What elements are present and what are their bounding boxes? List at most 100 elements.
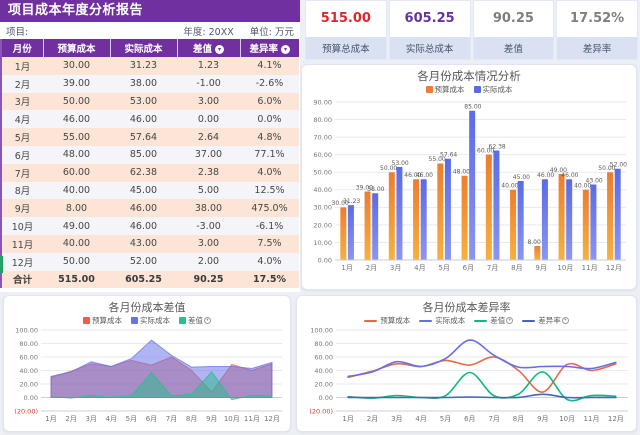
legend-item-差异率: 差异率▾ — [522, 316, 569, 325]
bar-预算成本-11月 — [583, 190, 589, 260]
y-tick-label: 80.00 — [313, 116, 332, 124]
table-cell: 46.00 — [110, 217, 177, 235]
table-cell: 2.64 — [177, 128, 240, 146]
legend-label: 差异率 — [538, 316, 561, 325]
y-tick-label: 20.00 — [314, 380, 333, 388]
x-tick-label: 8月 — [186, 415, 197, 423]
report-info-row: 项目: 年度: 20XX 单位: 万元 — [0, 22, 300, 39]
bar-实际成本-8月 — [518, 181, 524, 260]
table-cell: -2.6% — [240, 75, 299, 93]
table-cell: -6.1% — [240, 217, 299, 235]
table-cell: 50.00 — [43, 253, 110, 271]
y-tick-label: 0.00 — [24, 394, 38, 402]
x-tick-label: 7月 — [488, 415, 499, 423]
table-cell: 12.5% — [240, 182, 299, 200]
y-tick-label: 90.00 — [313, 98, 332, 106]
bar-预算成本-8月 — [510, 190, 516, 260]
x-tick-label: 1月 — [45, 415, 56, 423]
summary-label: 差异率 — [557, 36, 637, 59]
total-cell: 90.25 — [177, 271, 240, 289]
sort-filter-icon[interactable]: ▾ — [281, 45, 290, 54]
bar-value-label: 46.00 — [416, 172, 433, 179]
table-cell: 38.00 — [110, 75, 177, 93]
x-tick-label: 11月 — [584, 415, 600, 423]
y-tick-label: (20.00) — [14, 407, 38, 415]
year-label: 年度: — [183, 27, 205, 38]
bar-value-label: 48.00 — [453, 169, 470, 176]
legend-swatch — [426, 86, 433, 93]
y-tick-label: (20.00) — [309, 407, 333, 415]
x-tick-label: 12月 — [606, 264, 622, 272]
legend-swatch — [83, 317, 90, 324]
legend-item-预算成本: 预算成本 — [426, 85, 465, 94]
table-cell: 5.00 — [177, 182, 240, 200]
table-cell: 3.00 — [177, 93, 240, 111]
x-tick-label: 5月 — [126, 415, 137, 423]
table-cell: 4.8% — [240, 128, 299, 146]
bar-chart-legend: 预算成本实际成本 — [426, 85, 513, 94]
col-header-label: 月份 — [13, 44, 32, 55]
table-cell: -3.00 — [177, 217, 240, 235]
bar-实际成本-6月 — [469, 111, 475, 260]
sort-filter-icon[interactable]: ▾ — [215, 45, 224, 54]
legend-item-实际成本: 实际成本 — [474, 85, 513, 94]
x-tick-label: 12月 — [264, 415, 280, 423]
total-cell: 515.00 — [43, 271, 110, 289]
bar-value-label: 57.64 — [440, 152, 457, 159]
table-row-3月: 3月50.0053.003.006.0% — [1, 93, 299, 111]
page-title: 项目成本年度分析报告 — [0, 0, 300, 22]
table-cell: 45.00 — [110, 182, 177, 200]
summary-label: 预算总成本 — [306, 36, 386, 59]
table-cell: 53.00 — [110, 93, 177, 111]
legend-label: 预算成本 — [92, 316, 122, 325]
bar-预算成本-12月 — [607, 172, 613, 260]
y-tick-label: 80.00 — [19, 340, 38, 348]
area-chart-legend: 预算成本实际成本差值▾ — [83, 316, 211, 325]
table-row-2月: 2月39.0038.00-1.00-2.6% — [1, 75, 299, 93]
legend-label: 差值 — [188, 316, 203, 325]
table-row-4月: 4月46.0046.000.000.0% — [1, 110, 299, 128]
total-cell: 17.5% — [240, 271, 299, 289]
bar-chart-svg: 0.0010.0020.0030.0040.0050.0060.0070.008… — [302, 94, 636, 278]
table-cell: 7.5% — [240, 235, 299, 253]
sort-circle-icon: ▾ — [204, 317, 211, 324]
bar-预算成本-1月 — [340, 207, 346, 260]
table-cell: 1.23 — [177, 57, 240, 75]
legend-item-实际成本: 实际成本 — [419, 316, 465, 325]
table-row-10月: 10月49.0046.00-3.00-6.1% — [1, 217, 299, 235]
bar-预算成本-4月 — [413, 179, 419, 260]
cost-table: 月份预算成本实际成本差值▾差异率▾ 1月30.0031.231.234.1%2月… — [0, 39, 299, 288]
unit-field: 单位: 万元 — [250, 24, 294, 38]
x-tick-label: 4月 — [106, 415, 117, 423]
y-tick-label: 50.00 — [313, 169, 332, 177]
unit-value: 万元 — [275, 27, 294, 38]
table-cell: 40.00 — [43, 182, 110, 200]
y-tick-label: 20.00 — [19, 380, 38, 388]
summary-cards: 515.00预算总成本605.25实际总成本90.25差值17.52%差异率 — [305, 0, 638, 60]
table-cell: 30.00 — [43, 57, 110, 75]
bar-chart-title: 各月份成本情况分析 — [417, 70, 521, 83]
table-cell: 77.1% — [240, 146, 299, 164]
x-tick-label: 11月 — [244, 415, 260, 423]
bar-实际成本-1月 — [348, 205, 354, 260]
year-value: 20XX — [209, 27, 234, 38]
bar-chart-panel: 各月份成本情况分析 预算成本实际成本 0.0010.0020.0030.0040… — [301, 64, 637, 290]
col-header-label: 差值 — [193, 44, 212, 55]
table-cell: 48.00 — [43, 146, 110, 164]
bar-value-label: 31.23 — [343, 198, 360, 205]
bar-value-label: 8.00 — [527, 239, 541, 246]
line-chart-legend: 预算成本实际成本差值▾差异率▾ — [364, 316, 569, 325]
y-tick-label: 100.00 — [310, 326, 333, 334]
legend-swatch — [364, 320, 377, 322]
summary-value: 17.52% — [557, 1, 637, 36]
table-row-5月: 5月55.0057.642.644.8% — [1, 128, 299, 146]
table-cell: 31.23 — [110, 57, 177, 75]
y-tick-label: 100.00 — [15, 326, 38, 334]
table-cell: 3月 — [1, 93, 43, 111]
table-cell: 4.1% — [240, 57, 299, 75]
unit-label: 单位: — [250, 27, 272, 38]
cost-table-header-row: 月份预算成本实际成本差值▾差异率▾ — [1, 39, 299, 57]
y-tick-label: 40.00 — [19, 367, 38, 375]
table-cell: 0.0% — [240, 110, 299, 128]
x-tick-label: 8月 — [511, 264, 522, 272]
